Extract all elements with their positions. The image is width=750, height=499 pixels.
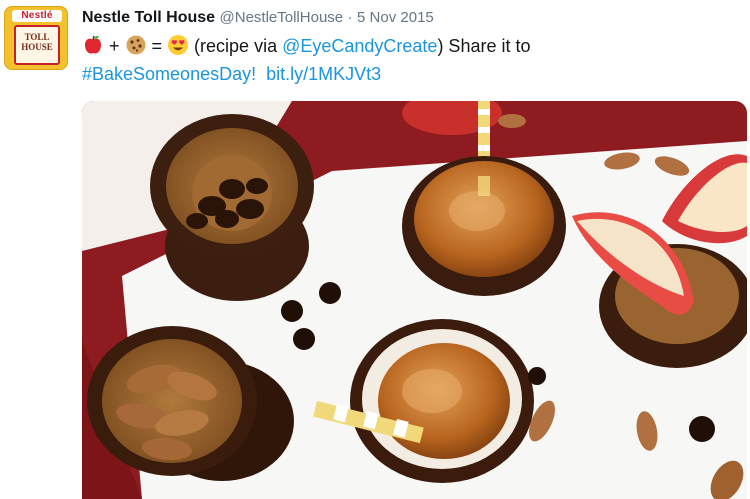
tweet: Nestlé TOLL HOUSE Nestle Toll House @Nes… [0,0,750,499]
tweet-text-line-1: + = (recipe via @EyeCandyCreate) Share i… [82,32,722,60]
avatar-logo-line-1: TOLL [24,32,50,42]
plus-sign: + [109,36,120,56]
recipe-text-close: ) Share it to [437,36,531,56]
cookie-emoji [126,35,146,55]
url-link[interactable]: bit.ly/1MKJVt3 [266,64,381,84]
mention-link[interactable]: @EyeCandyCreate [282,36,437,56]
meta-separator: · [347,9,353,26]
cookie-cup-chocolate-chips [150,114,314,301]
author-name[interactable]: Nestle Toll House [82,9,215,26]
avatar-logo: TOLL HOUSE [14,25,60,65]
equals-sign: = [151,36,163,56]
tweet-header: Nestle Toll House @NestleTollHouse · 5 N… [82,8,434,28]
tweet-text-line-2: #BakeSomeonesDay! bit.ly/1MKJVt3 [82,60,722,88]
avatar-logo-line-2: HOUSE [21,42,53,52]
tweet-text: + = (recipe via @EyeCandyCreate) Share i… [82,32,722,88]
hashtag-link[interactable]: #BakeSomeonesDay! [82,64,256,84]
recipe-text-open: (recipe via [194,36,283,56]
tweet-photo[interactable] [82,101,747,499]
photo-illustration [82,101,747,499]
heart-eyes-emoji [168,35,189,55]
avatar[interactable]: Nestlé TOLL HOUSE [4,6,68,70]
apple-emoji [85,35,101,54]
author-handle[interactable]: @NestleTollHouse [220,9,344,26]
avatar-brand-label: Nestlé [12,10,62,22]
tweet-date[interactable]: 5 Nov 2015 [357,9,434,26]
